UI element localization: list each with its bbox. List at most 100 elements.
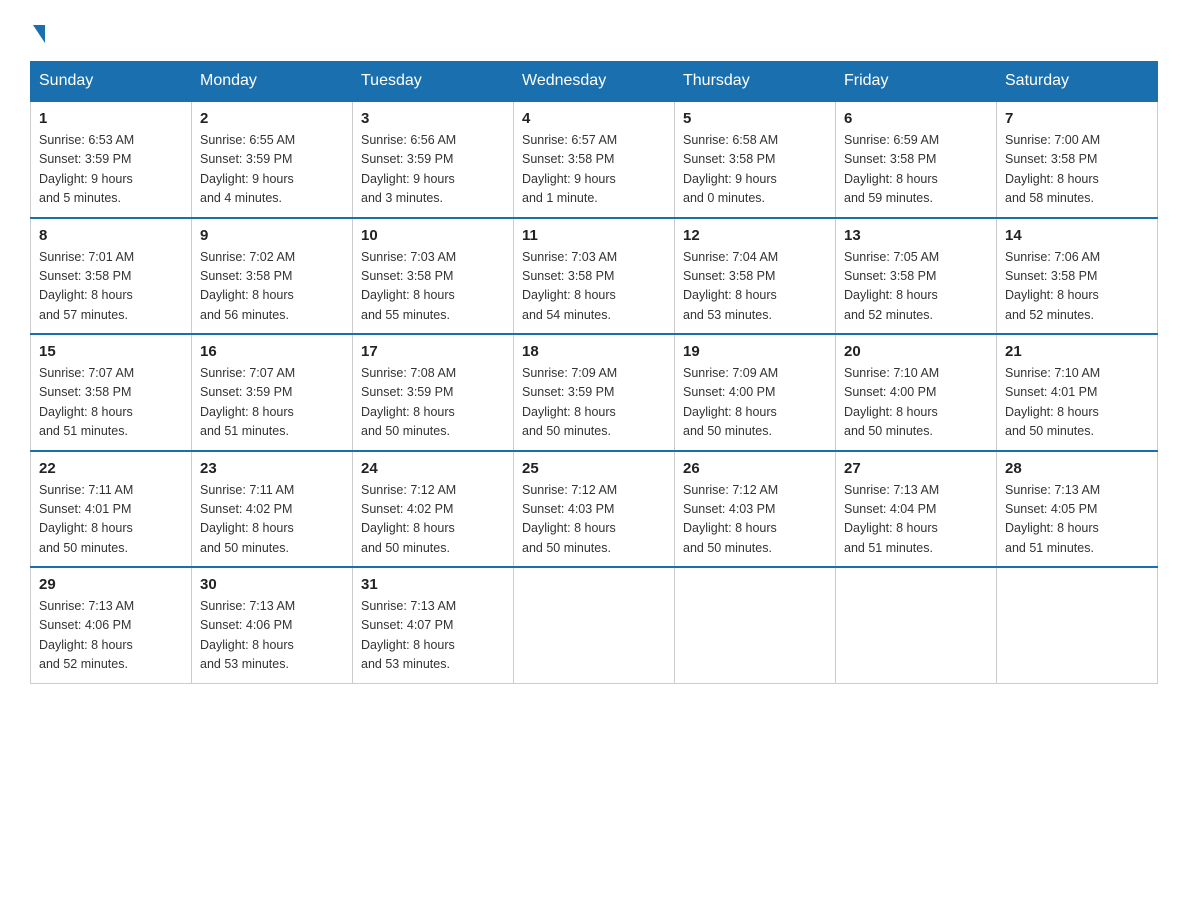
day-number: 3 [361, 110, 505, 127]
empty-cell [997, 567, 1158, 683]
day-number: 15 [39, 343, 183, 360]
day-cell-23: 23 Sunrise: 7:11 AMSunset: 4:02 PMDaylig… [192, 451, 353, 568]
day-cell-27: 27 Sunrise: 7:13 AMSunset: 4:04 PMDaylig… [836, 451, 997, 568]
day-info: Sunrise: 7:05 AMSunset: 3:58 PMDaylight:… [844, 248, 988, 326]
day-number: 25 [522, 460, 666, 477]
day-number: 11 [522, 227, 666, 244]
day-cell-18: 18 Sunrise: 7:09 AMSunset: 3:59 PMDaylig… [514, 334, 675, 451]
empty-cell [675, 567, 836, 683]
weekday-header-wednesday: Wednesday [514, 62, 675, 102]
day-info: Sunrise: 7:09 AMSunset: 3:59 PMDaylight:… [522, 364, 666, 442]
day-number: 16 [200, 343, 344, 360]
day-info: Sunrise: 7:00 AMSunset: 3:58 PMDaylight:… [1005, 131, 1149, 209]
day-info: Sunrise: 7:08 AMSunset: 3:59 PMDaylight:… [361, 364, 505, 442]
day-number: 29 [39, 576, 183, 593]
week-row-5: 29 Sunrise: 7:13 AMSunset: 4:06 PMDaylig… [31, 567, 1158, 683]
day-info: Sunrise: 7:04 AMSunset: 3:58 PMDaylight:… [683, 248, 827, 326]
day-info: Sunrise: 7:10 AMSunset: 4:00 PMDaylight:… [844, 364, 988, 442]
day-number: 5 [683, 110, 827, 127]
weekday-header-sunday: Sunday [31, 62, 192, 102]
day-number: 9 [200, 227, 344, 244]
day-cell-17: 17 Sunrise: 7:08 AMSunset: 3:59 PMDaylig… [353, 334, 514, 451]
day-number: 22 [39, 460, 183, 477]
day-info: Sunrise: 7:07 AMSunset: 3:59 PMDaylight:… [200, 364, 344, 442]
day-cell-26: 26 Sunrise: 7:12 AMSunset: 4:03 PMDaylig… [675, 451, 836, 568]
day-info: Sunrise: 7:13 AMSunset: 4:04 PMDaylight:… [844, 481, 988, 559]
day-number: 17 [361, 343, 505, 360]
day-cell-19: 19 Sunrise: 7:09 AMSunset: 4:00 PMDaylig… [675, 334, 836, 451]
day-cell-15: 15 Sunrise: 7:07 AMSunset: 3:58 PMDaylig… [31, 334, 192, 451]
day-number: 18 [522, 343, 666, 360]
day-number: 23 [200, 460, 344, 477]
day-cell-9: 9 Sunrise: 7:02 AMSunset: 3:58 PMDayligh… [192, 218, 353, 335]
day-info: Sunrise: 7:13 AMSunset: 4:06 PMDaylight:… [200, 597, 344, 675]
day-info: Sunrise: 7:12 AMSunset: 4:03 PMDaylight:… [683, 481, 827, 559]
day-number: 21 [1005, 343, 1149, 360]
day-number: 13 [844, 227, 988, 244]
day-number: 14 [1005, 227, 1149, 244]
day-number: 1 [39, 110, 183, 127]
weekday-header-row: SundayMondayTuesdayWednesdayThursdayFrid… [31, 62, 1158, 102]
day-cell-28: 28 Sunrise: 7:13 AMSunset: 4:05 PMDaylig… [997, 451, 1158, 568]
weekday-header-saturday: Saturday [997, 62, 1158, 102]
calendar-table: SundayMondayTuesdayWednesdayThursdayFrid… [30, 61, 1158, 684]
weekday-header-monday: Monday [192, 62, 353, 102]
day-cell-30: 30 Sunrise: 7:13 AMSunset: 4:06 PMDaylig… [192, 567, 353, 683]
weekday-header-friday: Friday [836, 62, 997, 102]
empty-cell [514, 567, 675, 683]
week-row-3: 15 Sunrise: 7:07 AMSunset: 3:58 PMDaylig… [31, 334, 1158, 451]
day-cell-14: 14 Sunrise: 7:06 AMSunset: 3:58 PMDaylig… [997, 218, 1158, 335]
weekday-header-tuesday: Tuesday [353, 62, 514, 102]
day-info: Sunrise: 7:13 AMSunset: 4:06 PMDaylight:… [39, 597, 183, 675]
day-info: Sunrise: 7:03 AMSunset: 3:58 PMDaylight:… [361, 248, 505, 326]
day-cell-10: 10 Sunrise: 7:03 AMSunset: 3:58 PMDaylig… [353, 218, 514, 335]
day-number: 31 [361, 576, 505, 593]
day-cell-12: 12 Sunrise: 7:04 AMSunset: 3:58 PMDaylig… [675, 218, 836, 335]
day-cell-1: 1 Sunrise: 6:53 AMSunset: 3:59 PMDayligh… [31, 101, 192, 218]
day-number: 2 [200, 110, 344, 127]
day-info: Sunrise: 7:06 AMSunset: 3:58 PMDaylight:… [1005, 248, 1149, 326]
day-info: Sunrise: 6:55 AMSunset: 3:59 PMDaylight:… [200, 131, 344, 209]
weekday-header-thursday: Thursday [675, 62, 836, 102]
day-cell-13: 13 Sunrise: 7:05 AMSunset: 3:58 PMDaylig… [836, 218, 997, 335]
logo-arrow-icon [33, 25, 45, 43]
week-row-4: 22 Sunrise: 7:11 AMSunset: 4:01 PMDaylig… [31, 451, 1158, 568]
day-info: Sunrise: 7:07 AMSunset: 3:58 PMDaylight:… [39, 364, 183, 442]
day-cell-6: 6 Sunrise: 6:59 AMSunset: 3:58 PMDayligh… [836, 101, 997, 218]
day-info: Sunrise: 7:02 AMSunset: 3:58 PMDaylight:… [200, 248, 344, 326]
day-number: 12 [683, 227, 827, 244]
page-header [30, 20, 1158, 43]
day-info: Sunrise: 7:10 AMSunset: 4:01 PMDaylight:… [1005, 364, 1149, 442]
day-info: Sunrise: 6:57 AMSunset: 3:58 PMDaylight:… [522, 131, 666, 209]
day-number: 8 [39, 227, 183, 244]
day-number: 27 [844, 460, 988, 477]
day-cell-24: 24 Sunrise: 7:12 AMSunset: 4:02 PMDaylig… [353, 451, 514, 568]
day-info: Sunrise: 7:01 AMSunset: 3:58 PMDaylight:… [39, 248, 183, 326]
day-info: Sunrise: 6:53 AMSunset: 3:59 PMDaylight:… [39, 131, 183, 209]
day-cell-3: 3 Sunrise: 6:56 AMSunset: 3:59 PMDayligh… [353, 101, 514, 218]
day-cell-22: 22 Sunrise: 7:11 AMSunset: 4:01 PMDaylig… [31, 451, 192, 568]
day-cell-20: 20 Sunrise: 7:10 AMSunset: 4:00 PMDaylig… [836, 334, 997, 451]
day-info: Sunrise: 7:12 AMSunset: 4:02 PMDaylight:… [361, 481, 505, 559]
day-number: 30 [200, 576, 344, 593]
day-cell-29: 29 Sunrise: 7:13 AMSunset: 4:06 PMDaylig… [31, 567, 192, 683]
day-number: 24 [361, 460, 505, 477]
week-row-1: 1 Sunrise: 6:53 AMSunset: 3:59 PMDayligh… [31, 101, 1158, 218]
day-number: 7 [1005, 110, 1149, 127]
day-info: Sunrise: 7:03 AMSunset: 3:58 PMDaylight:… [522, 248, 666, 326]
day-cell-31: 31 Sunrise: 7:13 AMSunset: 4:07 PMDaylig… [353, 567, 514, 683]
week-row-2: 8 Sunrise: 7:01 AMSunset: 3:58 PMDayligh… [31, 218, 1158, 335]
empty-cell [836, 567, 997, 683]
day-number: 20 [844, 343, 988, 360]
day-cell-4: 4 Sunrise: 6:57 AMSunset: 3:58 PMDayligh… [514, 101, 675, 218]
day-cell-11: 11 Sunrise: 7:03 AMSunset: 3:58 PMDaylig… [514, 218, 675, 335]
day-info: Sunrise: 6:56 AMSunset: 3:59 PMDaylight:… [361, 131, 505, 209]
day-number: 10 [361, 227, 505, 244]
day-info: Sunrise: 7:11 AMSunset: 4:01 PMDaylight:… [39, 481, 183, 559]
day-info: Sunrise: 7:13 AMSunset: 4:07 PMDaylight:… [361, 597, 505, 675]
day-cell-7: 7 Sunrise: 7:00 AMSunset: 3:58 PMDayligh… [997, 101, 1158, 218]
day-number: 6 [844, 110, 988, 127]
day-number: 28 [1005, 460, 1149, 477]
day-info: Sunrise: 7:11 AMSunset: 4:02 PMDaylight:… [200, 481, 344, 559]
day-info: Sunrise: 6:58 AMSunset: 3:58 PMDaylight:… [683, 131, 827, 209]
